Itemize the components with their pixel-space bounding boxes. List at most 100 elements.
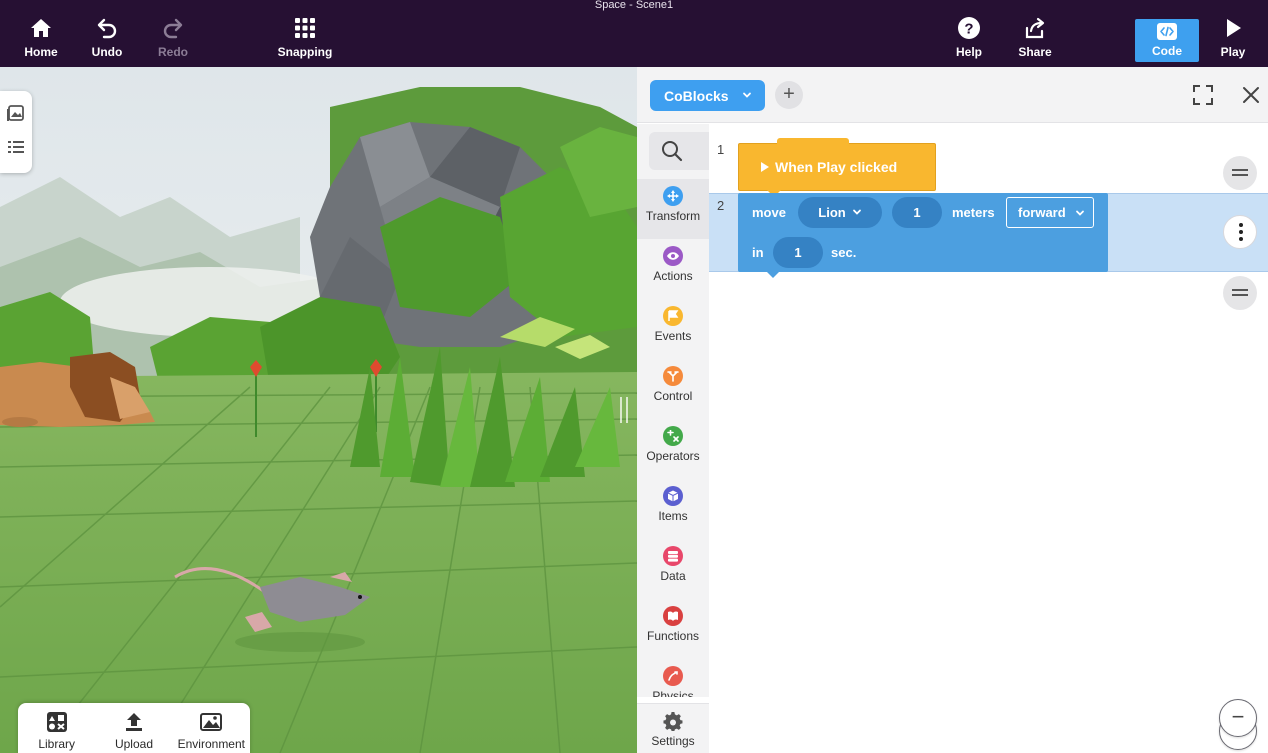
- scene-render: [0, 67, 637, 753]
- fork-icon: [663, 366, 683, 386]
- target-dropdown[interactable]: Lion: [798, 197, 882, 228]
- category-label: Actions: [653, 269, 693, 283]
- snapping-label: Snapping: [277, 45, 333, 59]
- settings-label: Settings: [651, 734, 695, 748]
- category-label: Events: [654, 329, 692, 343]
- move-keyword: move: [752, 205, 786, 220]
- gallery-icon[interactable]: [6, 103, 26, 123]
- redo-label: Redo: [158, 45, 188, 59]
- play-icon: [1227, 19, 1241, 37]
- physics-icon: [663, 666, 683, 686]
- snapping-button[interactable]: Snapping: [275, 16, 335, 64]
- upload-button[interactable]: Upload: [95, 703, 172, 753]
- category-events[interactable]: Events: [637, 299, 709, 359]
- environment-icon: [200, 713, 223, 731]
- library-button[interactable]: Library: [18, 703, 95, 753]
- upload-icon: [125, 713, 142, 731]
- direction-value: forward: [1018, 205, 1066, 220]
- redo-button[interactable]: Redo: [143, 16, 203, 64]
- fullscreen-icon[interactable]: [1192, 84, 1214, 106]
- play-triangle-icon: [761, 162, 769, 172]
- category-operators[interactable]: Operators: [637, 419, 709, 479]
- category-actions[interactable]: Actions: [637, 239, 709, 299]
- share-icon: [1025, 17, 1045, 39]
- home-label: Home: [24, 45, 58, 59]
- code-label: Code: [1152, 44, 1182, 58]
- database-icon: [663, 546, 683, 566]
- direction-dropdown[interactable]: forward: [1006, 197, 1094, 228]
- code-panel-header: CoBlocks +: [637, 67, 1268, 123]
- line-more-menu[interactable]: [1223, 215, 1257, 249]
- undo-button[interactable]: Undo: [77, 16, 137, 64]
- category-items[interactable]: Items: [637, 479, 709, 539]
- chevron-down-icon: [1076, 210, 1084, 216]
- book-icon: [663, 606, 683, 626]
- category-label: Control: [653, 389, 693, 403]
- language-select[interactable]: CoBlocks: [650, 80, 765, 111]
- environment-button[interactable]: Environment: [173, 703, 250, 753]
- line-drag-handle[interactable]: [1223, 156, 1257, 190]
- block-categories: Transform Actions Events Control Operato…: [637, 124, 709, 697]
- flag-icon: [663, 306, 683, 326]
- transform-icon: [663, 186, 683, 206]
- asset-tray: Library Upload Environment: [18, 703, 250, 753]
- chevron-down-icon: [743, 92, 751, 98]
- code-button[interactable]: Code: [1135, 19, 1199, 62]
- when-play-clicked-block[interactable]: When Play clicked: [738, 138, 936, 197]
- help-icon: ?: [958, 17, 980, 39]
- in-keyword: in: [752, 245, 764, 260]
- category-label: Operators: [646, 449, 700, 463]
- play-label: Play: [1220, 45, 1246, 59]
- close-icon[interactable]: [1240, 84, 1262, 106]
- top-toolbar: Space - Scene1 Home Undo Redo Snapping ?…: [0, 0, 1268, 67]
- sec-keyword: sec.: [831, 245, 857, 260]
- line-drag-handle[interactable]: [1223, 276, 1257, 310]
- library-label: Library: [38, 737, 75, 751]
- category-data[interactable]: Data: [637, 539, 709, 599]
- chevron-down-icon: [852, 209, 861, 215]
- category-transform[interactable]: Transform: [637, 179, 709, 239]
- undo-icon: [97, 18, 117, 39]
- category-functions[interactable]: Functions: [637, 599, 709, 659]
- svg-text:?: ?: [964, 21, 973, 38]
- cube-icon: [663, 486, 683, 506]
- window-title: Space - Scene1: [594, 0, 674, 11]
- upload-label: Upload: [114, 737, 153, 751]
- redo-icon: [163, 18, 183, 39]
- share-label: Share: [1018, 45, 1052, 59]
- home-icon: [31, 19, 51, 37]
- category-physics[interactable]: Physics: [637, 659, 709, 697]
- add-script-button[interactable]: +: [775, 81, 803, 109]
- zoom-out-button[interactable]: −: [1219, 699, 1257, 737]
- category-label: Functions: [646, 629, 700, 643]
- line-number: 1: [717, 142, 725, 157]
- panel-resize-handle[interactable]: [620, 397, 628, 423]
- distance-input[interactable]: 1: [892, 197, 942, 228]
- environment-label: Environment: [177, 737, 245, 751]
- share-button[interactable]: Share: [1005, 16, 1065, 64]
- code-panel: CoBlocks + Transform Actions Events Cont…: [637, 67, 1268, 753]
- unit-keyword: meters: [952, 205, 995, 220]
- language-label: CoBlocks: [664, 88, 729, 104]
- search-icon: [662, 141, 683, 162]
- category-label: Physics: [652, 689, 694, 697]
- category-search-button[interactable]: [649, 132, 709, 170]
- settings-button[interactable]: Settings: [637, 703, 709, 753]
- code-workspace[interactable]: 1 2 When Play clicked move Lion 1 meters…: [709, 124, 1268, 753]
- event-block-label: When Play clicked: [775, 159, 898, 175]
- help-label: Help: [955, 45, 982, 59]
- code-icon: [1157, 23, 1177, 40]
- library-icon: [46, 712, 67, 732]
- line-number: 2: [717, 198, 725, 213]
- help-button[interactable]: ? Help: [939, 16, 999, 64]
- category-control[interactable]: Control: [637, 359, 709, 419]
- duration-input[interactable]: 1: [773, 237, 823, 268]
- operators-icon: [663, 426, 683, 446]
- scene-side-tab: [0, 91, 32, 173]
- list-icon[interactable]: [6, 137, 26, 157]
- play-button[interactable]: Play: [1203, 16, 1263, 64]
- block-hat-tab: [777, 138, 849, 144]
- scene-viewport[interactable]: Library Upload Environment: [0, 67, 637, 753]
- home-button[interactable]: Home: [11, 16, 71, 64]
- move-block[interactable]: move Lion 1 meters forward in 1 sec.: [738, 193, 1108, 278]
